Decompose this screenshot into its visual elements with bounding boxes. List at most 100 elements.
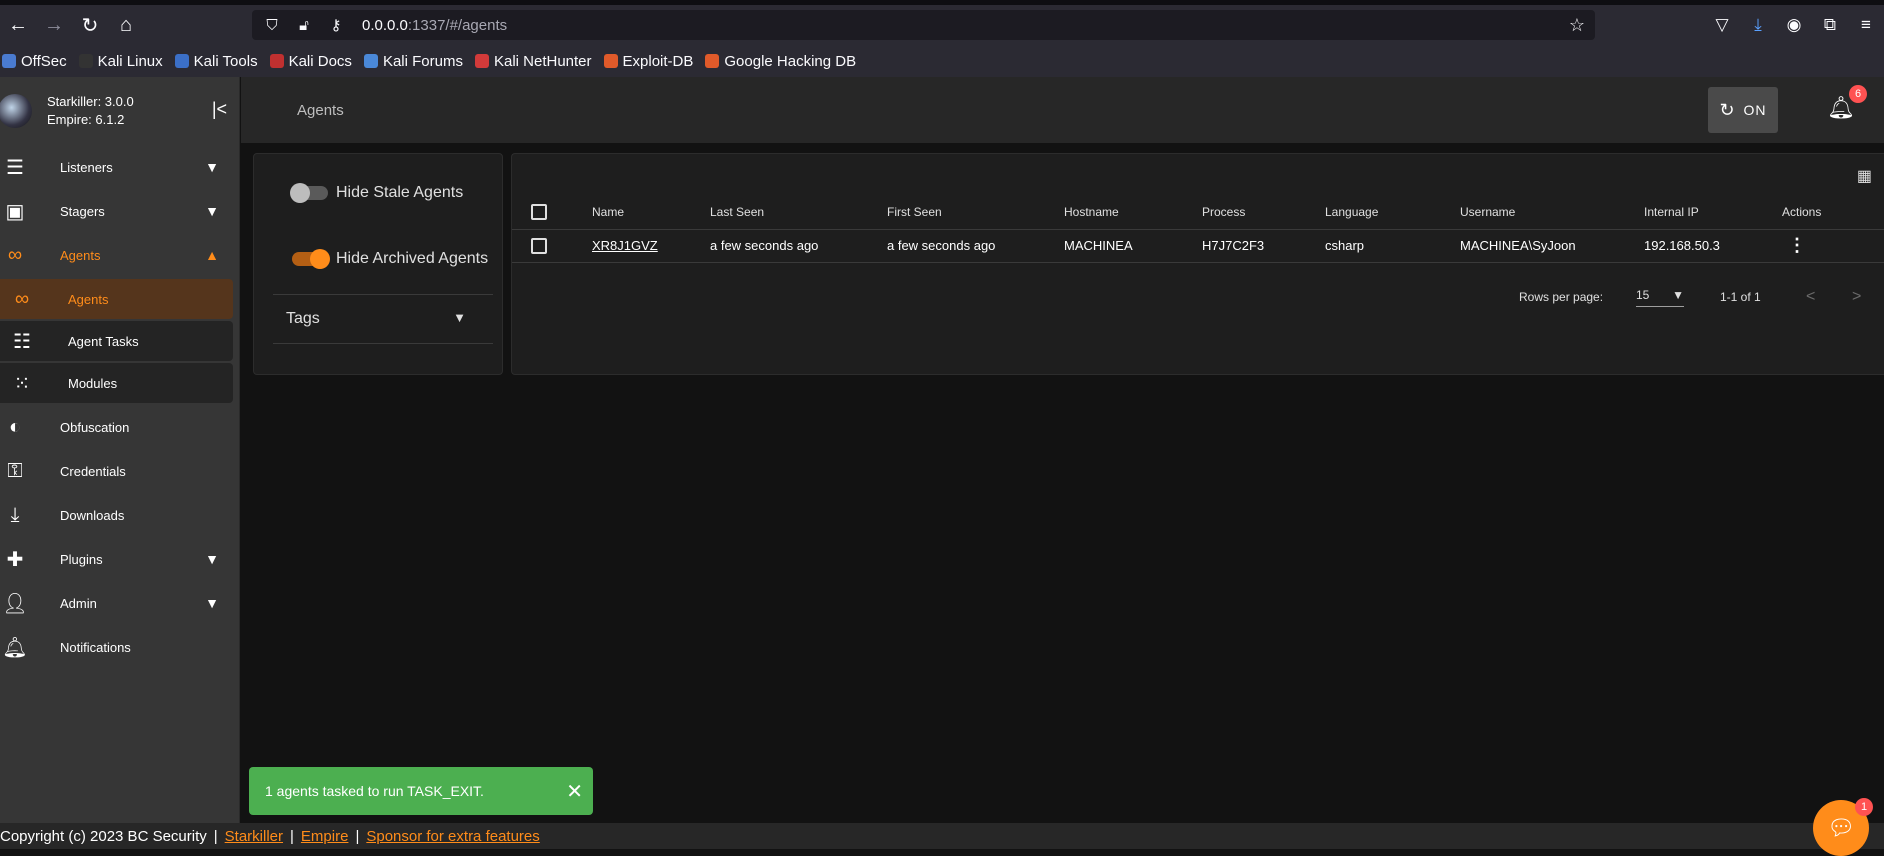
kali-docs-favicon-icon xyxy=(269,54,284,68)
col-header-internal-ip[interactable]: Internal IP xyxy=(1644,196,1782,230)
previous-page-icon[interactable]: < xyxy=(1806,288,1815,306)
chevron-down-icon: ▼ xyxy=(205,203,219,219)
col-header-last-seen[interactable]: Last Seen xyxy=(710,196,887,230)
home-icon[interactable]: ⌂ xyxy=(108,7,144,43)
account-icon[interactable]: ◉ xyxy=(1776,7,1812,43)
bookmark-kali-docs[interactable]: Kali Docs xyxy=(269,53,352,70)
table-header-row: Name Last Seen First Seen Hostname Proce… xyxy=(512,196,1884,230)
sidebar-item-stagers[interactable]: ▣ Stagers ▼ xyxy=(0,189,239,233)
bookmarks-bar: OffSec Kali Linux Kali Tools Kali Docs K… xyxy=(0,45,1884,77)
chat-bubble-icon: 💬︎ xyxy=(1827,815,1855,840)
cell-first-seen: a few seconds ago xyxy=(887,229,1064,263)
sidebar-item-label: Agent Tasks xyxy=(68,333,139,349)
back-arrow-icon[interactable]: ← xyxy=(0,7,36,43)
hide-archived-switch[interactable] xyxy=(292,249,330,269)
kali-tools-favicon-icon xyxy=(174,54,189,68)
key-icon[interactable]: ⚷ xyxy=(324,16,348,34)
starkiller-link[interactable]: Starkiller xyxy=(225,828,283,845)
starkiller-version: Starkiller: 3.0.0 xyxy=(47,94,134,109)
shield-icon[interactable]: ⛉ xyxy=(260,17,284,34)
cell-language: csharp xyxy=(1325,229,1460,263)
checklist-icon: ☷ xyxy=(13,330,31,353)
switch-knob xyxy=(310,249,330,269)
forward-arrow-icon[interactable]: → xyxy=(36,7,72,43)
bookmark-kali-tools[interactable]: Kali Tools xyxy=(174,53,258,70)
bookmark-kali-nethunter[interactable]: Kali NetHunter xyxy=(474,53,592,70)
nethunter-favicon-icon xyxy=(474,54,489,68)
offsec-favicon-icon xyxy=(2,54,16,68)
key-icon: ⚿ xyxy=(7,459,23,482)
bookmark-offsec[interactable]: OffSec xyxy=(2,53,67,70)
url-text[interactable]: 0.0.0.0:1337/#/agents xyxy=(362,17,507,34)
menu-icon[interactable]: ≡ xyxy=(1848,7,1884,43)
cell-last-seen: a few seconds ago xyxy=(710,229,887,263)
bookmark-google-hacking-db[interactable]: Google Hacking DB xyxy=(705,53,856,70)
kali-forums-favicon-icon xyxy=(363,54,378,68)
col-header-name[interactable]: Name xyxy=(592,196,710,230)
next-page-icon[interactable]: > xyxy=(1852,288,1861,306)
sidebar-item-label: Modules xyxy=(68,375,118,391)
bookmark-label: Kali Linux xyxy=(97,52,163,70)
rows-per-page-select[interactable]: 15 ▼ xyxy=(1636,288,1684,307)
download-icon[interactable]: ⤓ xyxy=(1740,7,1776,43)
bookmark-exploit-db[interactable]: Exploit-DB xyxy=(603,53,693,70)
sidebar-item-notifications[interactable]: 🔔︎ Notifications xyxy=(0,625,239,669)
tags-select[interactable]: Tags ▼ xyxy=(286,310,466,328)
bookmark-kali-linux[interactable]: Kali Linux xyxy=(78,52,163,70)
sidebar-item-admin[interactable]: 👤︎ Admin ▼ xyxy=(0,581,239,625)
sidebar-item-downloads[interactable]: ⤓ Downloads xyxy=(0,493,239,537)
download-icon: ⤓ xyxy=(10,503,20,526)
brand: Starkiller: 3.0.0 Empire: 6.1.2 |< xyxy=(0,77,239,145)
col-header-language[interactable]: Language xyxy=(1325,196,1460,230)
bookmark-kali-forums[interactable]: Kali Forums xyxy=(363,53,463,70)
divider xyxy=(273,343,493,344)
sidebar-item-label: Admin xyxy=(60,595,97,611)
sidebar-subitem-modules[interactable]: ⁙ Modules xyxy=(0,363,233,403)
pocket-icon[interactable]: ▽ xyxy=(1704,7,1740,43)
col-header-hostname[interactable]: Hostname xyxy=(1064,196,1202,230)
bell-icon: 🔔︎ xyxy=(2,636,28,659)
table-row[interactable]: XR8J1GVZ a few seconds ago a few seconds… xyxy=(512,229,1884,263)
sidebar-item-label: Plugins xyxy=(60,551,103,567)
hide-stale-switch[interactable] xyxy=(290,183,328,203)
table-pagination: Rows per page: 15 ▼ 1-1 of 1 < > xyxy=(512,277,1884,317)
sidebar-item-obfuscation[interactable]: ◐ Obfuscation xyxy=(0,405,239,449)
col-header-process[interactable]: Process xyxy=(1202,196,1325,230)
toolbar-right: ▽ ⤓ ◉ ⧉ ≡ xyxy=(1704,5,1884,45)
sidebar-item-agents[interactable]: ∞ Agents ▲ xyxy=(0,233,239,277)
brand-versions: Starkiller: 3.0.0 Empire: 6.1.2 xyxy=(47,93,134,129)
grid-dots-icon: ⁙ xyxy=(13,372,31,395)
hide-stale-toggle[interactable]: Hide Stale Agents xyxy=(290,183,463,203)
insecure-lock-icon[interactable]: 🔓︎ xyxy=(292,17,316,34)
chevron-down-icon: ▼ xyxy=(205,551,219,567)
agent-name-link[interactable]: XR8J1GVZ xyxy=(592,238,658,253)
empire-link[interactable]: Empire xyxy=(301,828,349,845)
rows-per-page-label: Rows per page: xyxy=(1519,290,1604,304)
connection-toggle-button[interactable]: ↻ ON xyxy=(1708,87,1778,133)
close-icon[interactable]: ✕ xyxy=(566,779,583,804)
col-header-first-seen[interactable]: First Seen xyxy=(887,196,1064,230)
address-bar[interactable]: ⛉ 🔓︎ ⚷ 0.0.0.0:1337/#/agents ☆ xyxy=(252,10,1595,40)
columns-icon[interactable]: ▦ xyxy=(1857,166,1872,186)
sidebar-item-credentials[interactable]: ⚿ Credentials xyxy=(0,449,239,493)
url-host: 0.0.0.0 xyxy=(362,16,408,34)
sidebar-subitem-agents[interactable]: ∞ Agents xyxy=(0,279,233,319)
page-range: 1-1 of 1 xyxy=(1720,290,1761,304)
select-all-checkbox[interactable] xyxy=(531,204,547,221)
collapse-sidebar-icon[interactable]: |< xyxy=(212,99,227,120)
refresh-icon: ↻ xyxy=(1719,99,1736,120)
bookmark-star-icon[interactable]: ☆ xyxy=(1569,15,1585,36)
sidebar-item-label: Agents xyxy=(60,247,101,263)
sidebar-item-plugins[interactable]: ✚ Plugins ▼ xyxy=(0,537,239,581)
sponsor-link[interactable]: Sponsor for extra features xyxy=(366,828,539,845)
extensions-icon[interactable]: ⧉ xyxy=(1812,7,1848,43)
more-vert-icon[interactable]: ⋮ xyxy=(1788,235,1806,255)
reload-icon[interactable]: ↻ xyxy=(72,7,108,43)
row-checkbox[interactable] xyxy=(531,237,547,254)
sidebar-item-label: Agents xyxy=(68,291,109,307)
sidebar-item-listeners[interactable]: ☰ Listeners ▼ xyxy=(0,145,239,189)
snackbar-message: 1 agents tasked to run TASK_EXIT. xyxy=(265,783,484,799)
col-header-username[interactable]: Username xyxy=(1460,196,1644,230)
sidebar-subitem-agent-tasks[interactable]: ☷ Agent Tasks xyxy=(0,321,233,361)
hide-archived-toggle[interactable]: Hide Archived Agents xyxy=(292,249,488,269)
